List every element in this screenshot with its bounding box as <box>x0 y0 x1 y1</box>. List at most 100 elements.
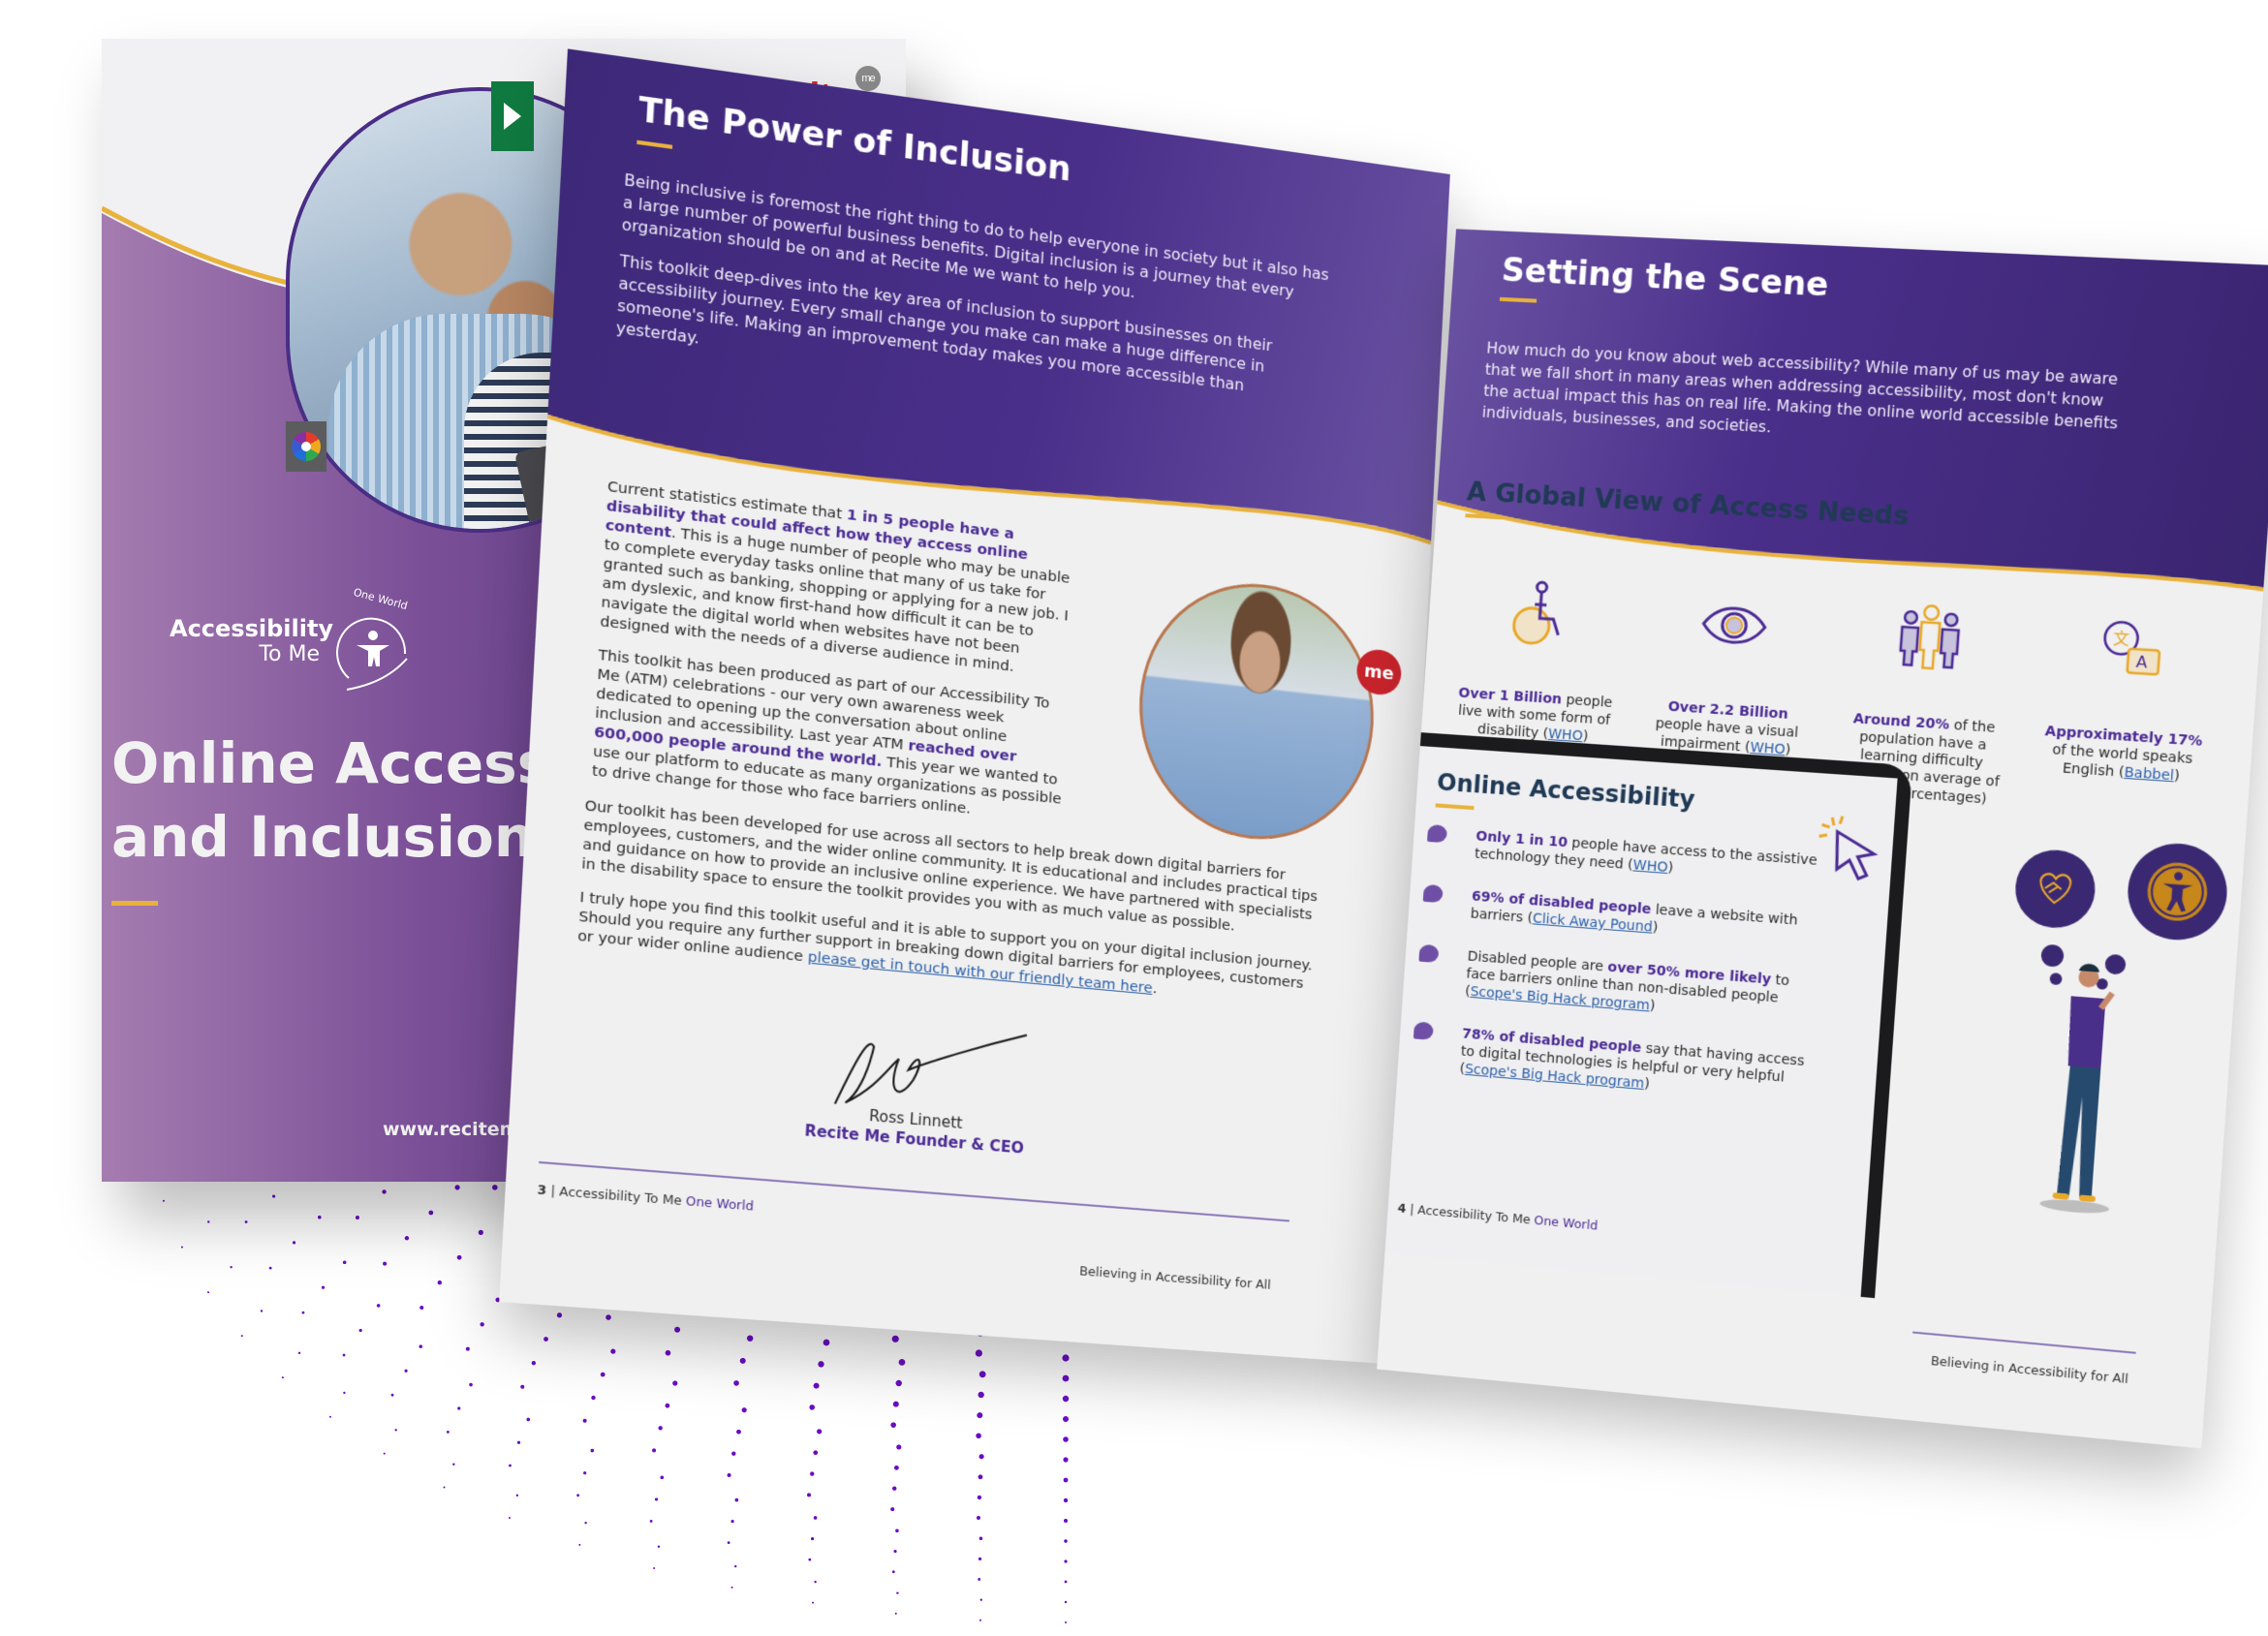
list-item: Only 1 in 10 people have access to the a… <box>1426 823 1820 887</box>
halftone-dot <box>978 1391 984 1399</box>
halftone-dot <box>343 1391 346 1395</box>
halftone-dot <box>813 1382 820 1389</box>
halftone-dot <box>657 1545 661 1548</box>
halftone-dot <box>976 1516 980 1521</box>
handshake-heart-icon <box>2034 868 2077 911</box>
halftone-dot <box>404 1369 408 1373</box>
halftone-dot <box>465 1346 470 1351</box>
halftone-dot <box>813 1516 818 1520</box>
halftone-dot <box>746 1335 754 1342</box>
halftone-dot <box>653 1566 656 1569</box>
halftone-dot <box>817 1429 823 1435</box>
halftone-dot <box>456 1254 462 1260</box>
halftone-dot <box>1064 1600 1068 1604</box>
halftone-dot <box>358 1328 362 1333</box>
accessibility-hand-emblem-icon: One World <box>329 586 417 697</box>
halftone-dot <box>328 1415 331 1418</box>
halftone-dot <box>892 1401 899 1407</box>
halftone-dot <box>812 1601 815 1604</box>
halftone-dot <box>292 1241 296 1245</box>
halftone-dot <box>582 1418 587 1423</box>
play-icon <box>504 103 521 130</box>
halftone-dot <box>404 1236 410 1241</box>
title-underline <box>111 901 158 906</box>
letter-body: Current statistics estimate that 1 in 5 … <box>591 478 1079 842</box>
halftone-dot <box>272 1194 276 1198</box>
halftone-dot <box>813 1450 819 1456</box>
halftone-dot <box>730 1520 734 1524</box>
halftone-dot <box>268 1266 272 1270</box>
mouse-cursor-icon <box>1814 813 1888 886</box>
halftone-dot <box>281 1376 284 1379</box>
halftone-dot <box>454 1185 460 1190</box>
halftone-dot <box>162 1199 165 1202</box>
campaign-wordmark: Accessibility To Me <box>170 615 334 666</box>
halftone-dot <box>733 1380 739 1386</box>
halftone-dot <box>1065 1621 1067 1623</box>
halftone-dot <box>240 1335 243 1338</box>
page-4: Setting the Scene How much do you know a… <box>1377 229 2268 1449</box>
stat-english-speakers: 文 A Approximately 17% of the world speak… <box>2031 609 2220 823</box>
accessibility-person-icon <box>2145 860 2210 923</box>
halftone-dot <box>739 1357 746 1364</box>
halftone-dot <box>978 1557 982 1560</box>
color-wheel-button[interactable] <box>286 421 326 472</box>
halftone-dot <box>894 1612 897 1615</box>
halftone-dot <box>895 1528 899 1533</box>
halftone-dot <box>230 1265 233 1269</box>
halftone-dot <box>741 1407 747 1413</box>
halftone-dot <box>382 1189 387 1194</box>
eye-icon <box>1697 589 1771 662</box>
halftone-dot <box>654 1497 659 1501</box>
halftone-dot <box>979 1619 981 1621</box>
halftone-dot <box>727 1541 730 1545</box>
halftone-dot <box>665 1403 670 1408</box>
play-button[interactable] <box>491 81 534 151</box>
halftone-dot <box>1064 1580 1068 1584</box>
halftone-dot <box>978 1578 981 1581</box>
halftone-dot <box>207 1291 210 1294</box>
halftone-dot <box>515 1494 519 1497</box>
halftone-dot <box>492 1185 498 1190</box>
page-3: The Power of Inclusion Being inclusive i… <box>499 48 1450 1365</box>
halftone-dot <box>1062 1395 1070 1403</box>
halftone-dot <box>1063 1477 1069 1483</box>
halftone-dot <box>437 1280 443 1285</box>
halftone-dot <box>355 1216 359 1220</box>
halftone-dot <box>979 1454 984 1460</box>
halftone-dot <box>808 1558 812 1561</box>
section-title-online-accessibility: Online Accessibility <box>1436 768 1696 815</box>
halftone-dot <box>896 1591 899 1594</box>
halftone-dot <box>443 1486 446 1489</box>
halftone-dot <box>383 1261 388 1266</box>
halftone-dot <box>301 1311 305 1314</box>
list-item: Disabled people are over 50% more likely… <box>1416 943 1812 1028</box>
halftone-dot <box>979 1598 982 1601</box>
tablet-device: Online Accessibility Only 1 in 10 people… <box>1377 730 1913 1299</box>
halftone-dot <box>394 1429 397 1432</box>
page-footer-left: 4 | Accessibility To Me One World <box>1397 1200 1599 1233</box>
halftone-dot <box>419 1306 424 1311</box>
halftone-dot <box>591 1395 596 1401</box>
halftone-dot <box>977 1412 983 1419</box>
online-stats-list: Only 1 in 10 people have access to the a… <box>1410 823 1820 1131</box>
halftone-dot <box>891 1570 895 1574</box>
svg-text:文: 文 <box>2112 629 2129 649</box>
halftone-dot <box>1062 1354 1070 1362</box>
list-item: 69% of disabled people leave a website w… <box>1421 883 1816 948</box>
tablet-screen: Online Accessibility Only 1 in 10 people… <box>1377 744 1898 1297</box>
halftone-dot <box>584 1522 587 1525</box>
footer-divider <box>1912 1331 2136 1354</box>
halftone-dot <box>660 1475 665 1480</box>
halftone-dot <box>600 1372 606 1377</box>
page-number: 4 <box>1397 1200 1407 1217</box>
halftone-dot <box>727 1473 731 1478</box>
halftone-dot <box>823 1339 830 1346</box>
halftone-dot <box>649 1520 653 1523</box>
halftone-dot <box>383 1452 386 1455</box>
halftone-dot <box>736 1429 741 1435</box>
halftone-dot <box>576 1494 580 1497</box>
halftone-dot <box>976 1433 981 1439</box>
halftone-dot <box>892 1486 897 1491</box>
halftone-dot <box>898 1358 906 1366</box>
